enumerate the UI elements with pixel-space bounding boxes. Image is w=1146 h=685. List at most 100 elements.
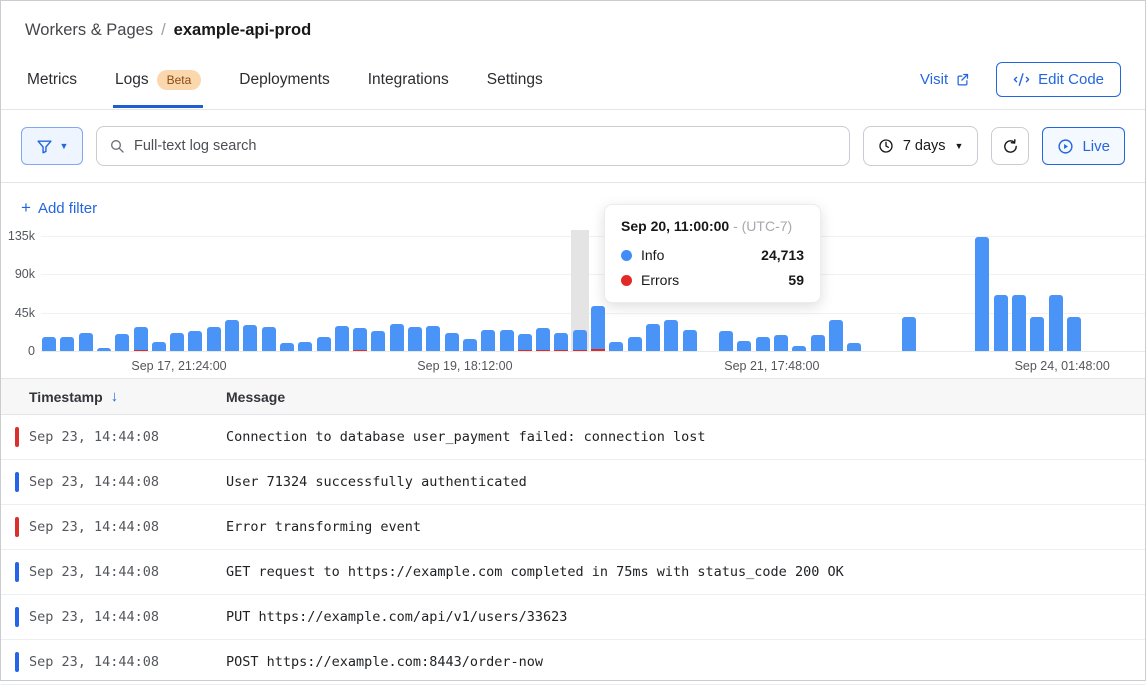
- chart-bar-error-segment: [573, 350, 587, 351]
- chart-bar[interactable]: [134, 327, 148, 351]
- x-axis-label: Sep 24, 01:48:00: [1015, 359, 1110, 373]
- log-search-box: [96, 126, 850, 166]
- tab-metrics[interactable]: Metrics: [25, 64, 79, 108]
- tab-bar: Metrics Logs Beta Deployments Integratio…: [1, 62, 1145, 110]
- add-filter-row: + Add filter: [1, 183, 1145, 228]
- chart-bar[interactable]: [42, 337, 56, 351]
- breadcrumb-workers-pages[interactable]: Workers & Pages: [25, 21, 153, 40]
- chart-bar[interactable]: [390, 324, 404, 351]
- chart-bar[interactable]: [280, 343, 294, 351]
- chart-bar[interactable]: [500, 330, 514, 351]
- tooltip-errors-row: Errors 59: [621, 272, 804, 288]
- chart-bar[interactable]: [463, 339, 477, 351]
- chart-bar[interactable]: [243, 325, 257, 351]
- log-level-indicator: [15, 607, 19, 627]
- chart-bar[interactable]: [188, 331, 202, 351]
- refresh-button[interactable]: [991, 127, 1029, 165]
- chart-bar[interactable]: [664, 320, 678, 351]
- chart-bar[interactable]: [371, 331, 385, 351]
- chart-bar[interactable]: [225, 320, 239, 351]
- chart-bar[interactable]: [975, 237, 989, 351]
- chart-bar[interactable]: [481, 330, 495, 351]
- chart-bar[interactable]: [1049, 295, 1063, 351]
- log-level-indicator: [15, 562, 19, 582]
- errors-dot-icon: [621, 275, 632, 286]
- x-axis-label: Sep 19, 18:12:00: [417, 359, 512, 373]
- chart-bar[interactable]: [573, 330, 587, 351]
- chart-bar[interactable]: [536, 328, 550, 351]
- add-filter-button[interactable]: + Add filter: [21, 198, 97, 218]
- refresh-icon: [1002, 138, 1019, 155]
- chart-bar[interactable]: [1012, 295, 1026, 351]
- search-input[interactable]: [134, 138, 837, 154]
- tab-deployments[interactable]: Deployments: [237, 64, 331, 108]
- chart-bar[interactable]: [207, 327, 221, 351]
- chart-bar[interactable]: [847, 343, 861, 351]
- chart-bar[interactable]: [628, 337, 642, 351]
- chart-bar[interactable]: [426, 326, 440, 351]
- sort-descending-icon[interactable]: ↓: [111, 388, 119, 405]
- log-row[interactable]: Sep 23, 14:44:08User 71324 successfully …: [1, 460, 1145, 505]
- time-range-dropdown[interactable]: 7 days ▼: [863, 126, 979, 166]
- chart-bar-error-segment: [518, 350, 532, 351]
- log-row[interactable]: Sep 23, 14:44:08PUT https://example.com/…: [1, 595, 1145, 640]
- info-dot-icon: [621, 250, 632, 261]
- workers-logs-page: { "breadcrumb": { "section": "Workers & …: [0, 0, 1146, 681]
- chart-bar[interactable]: [115, 334, 129, 351]
- chart-bar[interactable]: [811, 335, 825, 351]
- chart-bar[interactable]: [719, 331, 733, 351]
- chart-bar[interactable]: [792, 346, 806, 351]
- tab-logs[interactable]: Logs Beta: [113, 64, 203, 108]
- chart-bar[interactable]: [646, 324, 660, 351]
- chart-bar[interactable]: [262, 327, 276, 351]
- chart-bar[interactable]: [317, 337, 331, 351]
- chart-bar[interactable]: [829, 320, 843, 351]
- chart-bar[interactable]: [554, 333, 568, 351]
- log-volume-chart: 135k90k45k0Sep 17, 21:24:00Sep 19, 18:12…: [1, 230, 1145, 372]
- chart-bar[interactable]: [756, 337, 770, 351]
- funnel-icon: [36, 138, 53, 155]
- breadcrumb-separator: /: [161, 21, 166, 40]
- chart-bar[interactable]: [97, 348, 111, 351]
- chart-bar[interactable]: [591, 306, 605, 351]
- chart-bar[interactable]: [170, 333, 184, 351]
- tab-integrations[interactable]: Integrations: [366, 64, 451, 108]
- chart-bar[interactable]: [408, 327, 422, 351]
- visit-link[interactable]: Visit: [920, 71, 970, 88]
- log-row[interactable]: Sep 23, 14:44:08Error transforming event: [1, 505, 1145, 550]
- chart-bar[interactable]: [445, 333, 459, 351]
- chart-bar[interactable]: [353, 328, 367, 351]
- chart-bar[interactable]: [1067, 317, 1081, 351]
- clock-icon: [878, 138, 894, 154]
- log-row[interactable]: Sep 23, 14:44:08Connection to database u…: [1, 415, 1145, 460]
- tab-settings[interactable]: Settings: [485, 64, 545, 108]
- chart-bar[interactable]: [902, 317, 916, 351]
- play-circle-icon: [1057, 138, 1074, 155]
- timestamp-column-header[interactable]: Timestamp ↓: [1, 388, 226, 405]
- log-timestamp: Sep 23, 14:44:08: [1, 654, 226, 670]
- chart-bar[interactable]: [60, 337, 74, 351]
- x-axis-label: Sep 21, 17:48:00: [724, 359, 819, 373]
- log-timestamp: Sep 23, 14:44:08: [1, 474, 226, 490]
- chart-bar[interactable]: [609, 342, 623, 351]
- chart-bar[interactable]: [737, 341, 751, 351]
- log-row[interactable]: Sep 23, 14:44:08GET request to https://e…: [1, 550, 1145, 595]
- chart-bar[interactable]: [152, 342, 166, 351]
- edit-code-button[interactable]: Edit Code: [996, 62, 1121, 97]
- filter-menu-button[interactable]: ▼: [21, 127, 83, 165]
- chart-bar[interactable]: [774, 335, 788, 351]
- log-message: GET request to https://example.com compl…: [226, 564, 1145, 580]
- live-button[interactable]: Live: [1042, 127, 1125, 165]
- log-level-indicator: [15, 652, 19, 672]
- chart-bar[interactable]: [298, 342, 312, 351]
- log-row[interactable]: Sep 23, 14:44:08POST https://example.com…: [1, 640, 1145, 685]
- y-axis-label: 45k: [1, 306, 35, 320]
- chart-bar[interactable]: [994, 295, 1008, 351]
- log-table-header: Timestamp ↓ Message: [1, 378, 1145, 415]
- external-link-icon: [955, 72, 970, 87]
- chart-bar[interactable]: [683, 330, 697, 351]
- chart-bar[interactable]: [518, 334, 532, 351]
- chart-bar[interactable]: [335, 326, 349, 351]
- chart-bar[interactable]: [79, 333, 93, 351]
- chart-bar[interactable]: [1030, 317, 1044, 351]
